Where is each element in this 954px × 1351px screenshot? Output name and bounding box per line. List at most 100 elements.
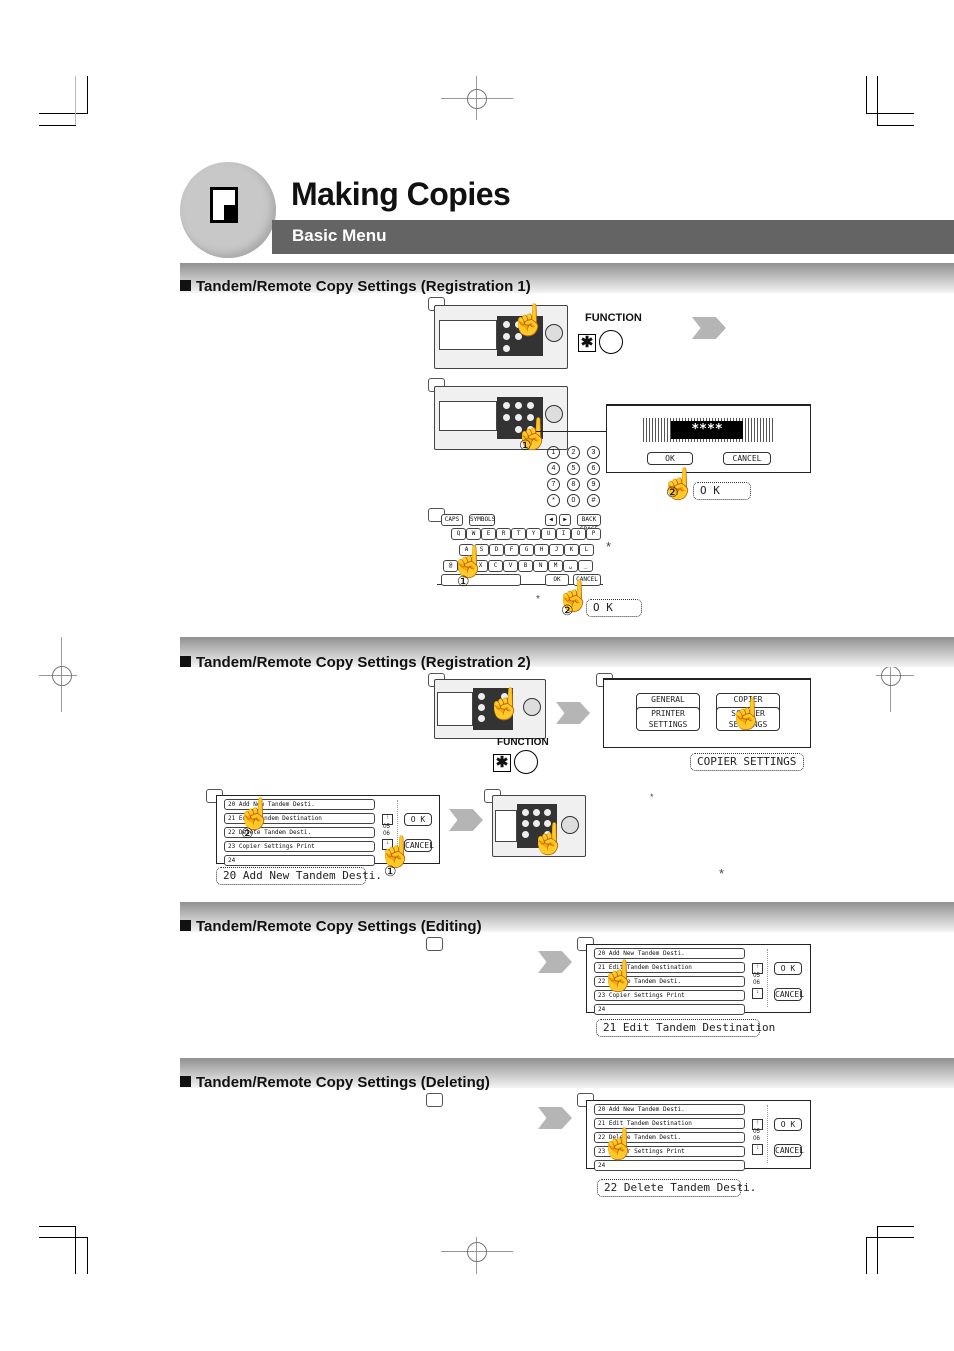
keyboard-key[interactable]: Y <box>526 528 541 540</box>
edit-tandem-callout: 21 Edit Tandem Destination <box>596 1019 775 1037</box>
next-step-arrow-icon <box>538 1107 572 1129</box>
copier-settings-callout: COPIER SETTINGS <box>690 753 804 771</box>
list-item[interactable]: 20 Add New Tandem Desti. <box>594 1104 745 1115</box>
pointing-hand-icon: ☝ <box>600 1128 638 1161</box>
dialog-cancel-button[interactable]: CANCEL <box>723 452 771 465</box>
keyboard-key[interactable]: U <box>541 528 556 540</box>
ok-key-callout: O K <box>693 482 751 500</box>
keyboard-key[interactable]: M <box>548 560 563 572</box>
section-title-registration-1: Tandem/Remote Copy Settings (Registratio… <box>180 278 531 295</box>
chapter-title: Making Copies <box>291 176 511 212</box>
list-item[interactable]: 23 Copier Settings Print <box>224 841 375 852</box>
step-box <box>426 1093 443 1107</box>
keyboard-key[interactable]: V <box>503 560 518 572</box>
list-ok-button[interactable]: O K <box>404 813 432 826</box>
scroll-down-arrow-icon[interactable]: ↓ <box>752 988 763 999</box>
list-cancel-button[interactable]: CANCEL <box>774 988 804 1001</box>
key-1[interactable]: 1 <box>547 446 560 459</box>
add-tandem-callout: 20 Add New Tandem Desti. <box>216 867 382 885</box>
pointing-hand-icon: ☝ <box>728 698 766 731</box>
page-total: 06 <box>753 980 760 986</box>
keyboard-key[interactable]: C <box>488 560 503 572</box>
function-star-icon: ✱ <box>578 334 596 352</box>
keyboard-key[interactable]: P <box>586 528 601 540</box>
note-asterisk: * <box>606 539 612 554</box>
pointing-hand-icon: ☝ <box>530 823 568 856</box>
keyboard-key[interactable]: W <box>466 528 481 540</box>
next-step-arrow-icon <box>449 809 483 831</box>
key-5[interactable]: 5 <box>567 462 580 475</box>
key-9[interactable]: 9 <box>587 478 600 491</box>
pointing-hand-icon: ☝ <box>486 688 524 721</box>
keyboard-key[interactable]: K <box>564 544 579 556</box>
cursor-right-key[interactable]: ▶ <box>559 514 571 526</box>
caps-key[interactable]: CAPS <box>441 514 463 526</box>
key-0[interactable]: 0 <box>567 494 580 507</box>
list-item[interactable]: 20 Add New Tandem Desti. <box>594 948 745 959</box>
keyboard-key[interactable]: O <box>571 528 586 540</box>
scroll-down-arrow-icon[interactable]: ↓ <box>752 1144 763 1155</box>
keyboard-key[interactable]: E <box>481 528 496 540</box>
key-star[interactable]: * <box>547 494 560 507</box>
password-dialog: **** OK CANCEL <box>606 404 811 473</box>
keyboard-key[interactable]: _ <box>578 560 593 572</box>
page-current: 05 <box>753 1129 760 1135</box>
step-marker-2: ② <box>561 602 574 618</box>
keyboard-key[interactable]: T <box>511 528 526 540</box>
note-asterisk: * <box>719 866 725 881</box>
keyboard-key[interactable]: H <box>534 544 549 556</box>
list-ok-button[interactable]: O K <box>774 1118 802 1131</box>
keyboard-key[interactable]: G <box>519 544 534 556</box>
backspace-key[interactable]: BACK SPACE <box>577 514 601 533</box>
printer-settings-button[interactable]: PRINTER SETTINGS <box>636 707 700 731</box>
keyboard-key[interactable]: Q <box>451 528 466 540</box>
keyboard-key[interactable]: R <box>496 528 511 540</box>
chapter-badge <box>180 162 276 258</box>
keyboard-key[interactable]: D <box>489 544 504 556</box>
next-step-arrow-icon <box>538 951 572 973</box>
keyboard-key[interactable]: I <box>556 528 571 540</box>
key-2[interactable]: 2 <box>567 446 580 459</box>
key-3[interactable]: 3 <box>587 446 600 459</box>
next-step-arrow-icon <box>556 702 590 724</box>
function-button-circle[interactable] <box>599 330 623 354</box>
key-4[interactable]: 4 <box>547 462 560 475</box>
key-6[interactable]: 6 <box>587 462 600 475</box>
function-star-icon: ✱ <box>493 754 511 772</box>
step-box <box>426 937 443 951</box>
function-button-circle[interactable] <box>514 750 538 774</box>
key-hash[interactable]: # <box>587 494 600 507</box>
key-8[interactable]: 8 <box>567 478 580 491</box>
page-total: 06 <box>753 1136 760 1142</box>
keyboard-key[interactable]: ␣ <box>563 560 578 572</box>
page-current: 05 <box>383 824 390 830</box>
document-page-icon <box>210 187 238 223</box>
divider <box>767 949 768 1007</box>
next-step-arrow-icon <box>692 317 726 339</box>
note-asterisk: * <box>650 792 654 802</box>
keyboard-key[interactable]: J <box>549 544 564 556</box>
keyboard-key[interactable]: B <box>518 560 533 572</box>
step-marker-2: ② <box>666 484 679 500</box>
list-cancel-button[interactable]: CANCEL <box>774 1144 804 1157</box>
note-asterisk: * <box>536 594 540 605</box>
cursor-left-key[interactable]: ◀ <box>545 514 557 526</box>
step-marker-2: ② <box>241 825 254 841</box>
list-ok-button[interactable]: O K <box>774 962 802 975</box>
key-7[interactable]: 7 <box>547 478 560 491</box>
keyboard-key[interactable]: N <box>533 560 548 572</box>
keyboard-key[interactable]: F <box>504 544 519 556</box>
dialog-ok-button[interactable]: OK <box>647 452 693 465</box>
keyboard-key[interactable]: L <box>579 544 594 556</box>
list-item[interactable]: 24 <box>594 1160 745 1171</box>
control-panel-illustration <box>434 305 568 369</box>
section-title-registration-2: Tandem/Remote Copy Settings (Registratio… <box>180 654 531 671</box>
list-item[interactable]: 24 <box>224 855 375 866</box>
step-marker-1: ① <box>519 437 532 453</box>
symbols-key[interactable]: SYMBOLS <box>469 514 495 526</box>
subtitle-bar: Basic Menu <box>272 220 954 254</box>
list-item[interactable]: 24 <box>594 1004 745 1015</box>
password-field[interactable]: **** <box>671 421 743 439</box>
function-label: FUNCTION <box>497 737 549 748</box>
pointing-hand-icon: ☝ <box>600 960 638 993</box>
